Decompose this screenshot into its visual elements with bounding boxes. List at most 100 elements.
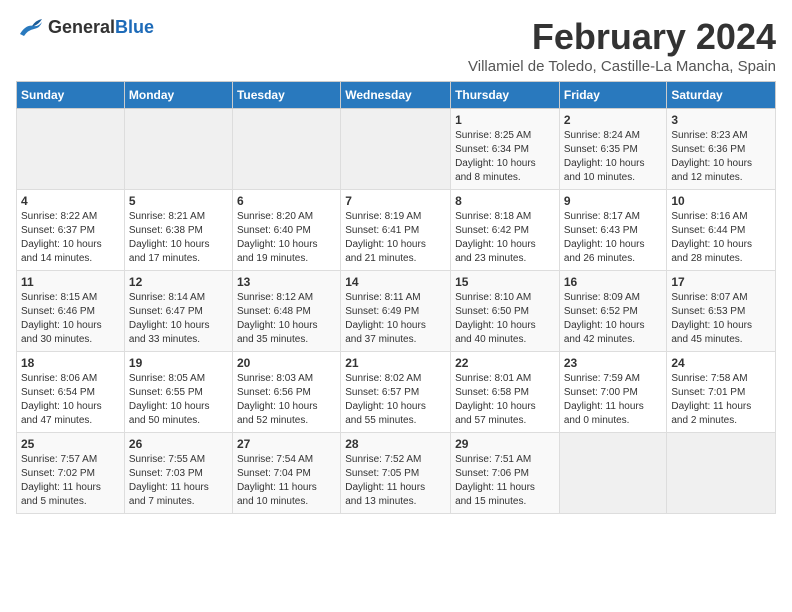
location-subtitle: Villamiel de Toledo, Castille-La Mancha,… — [468, 58, 776, 75]
day-number: 13 — [237, 275, 336, 289]
day-info: Sunrise: 8:05 AMSunset: 6:55 PMDaylight:… — [129, 372, 228, 428]
calendar-table: SundayMondayTuesdayWednesdayThursdayFrid… — [16, 81, 776, 514]
column-header-monday: Monday — [124, 82, 232, 109]
day-number: 15 — [455, 275, 555, 289]
day-number: 26 — [129, 437, 228, 451]
day-info: Sunrise: 8:19 AMSunset: 6:41 PMDaylight:… — [345, 210, 446, 266]
calendar-cell: 10 Sunrise: 8:16 AMSunset: 6:44 PMDayligh… — [667, 190, 776, 271]
calendar-week-row: 1 Sunrise: 8:25 AMSunset: 6:34 PMDaylight… — [17, 109, 776, 190]
day-number: 2 — [564, 113, 663, 127]
day-number: 12 — [129, 275, 228, 289]
calendar-cell: 4 Sunrise: 8:22 AMSunset: 6:37 PMDaylight… — [17, 190, 125, 271]
day-info: Sunrise: 8:24 AMSunset: 6:35 PMDaylight:… — [564, 129, 663, 185]
calendar-cell — [559, 433, 667, 514]
calendar-cell: 5 Sunrise: 8:21 AMSunset: 6:38 PMDaylight… — [124, 190, 232, 271]
calendar-cell: 23 Sunrise: 7:59 AMSunset: 7:00 PMDayligh… — [559, 352, 667, 433]
calendar-cell — [232, 109, 340, 190]
calendar-cell: 25 Sunrise: 7:57 AMSunset: 7:02 PMDayligh… — [17, 433, 125, 514]
calendar-week-row: 4 Sunrise: 8:22 AMSunset: 6:37 PMDaylight… — [17, 190, 776, 271]
day-info: Sunrise: 8:06 AMSunset: 6:54 PMDaylight:… — [21, 372, 120, 428]
day-info: Sunrise: 8:14 AMSunset: 6:47 PMDaylight:… — [129, 291, 228, 347]
page-header: GeneralBlue February 2024 Villamiel de T… — [16, 16, 776, 75]
day-info: Sunrise: 8:10 AMSunset: 6:50 PMDaylight:… — [455, 291, 555, 347]
calendar-cell: 3Sunrise: 8:23 AMSunset: 6:36 PMDaylight… — [667, 109, 776, 190]
calendar-cell: 21 Sunrise: 8:02 AMSunset: 6:57 PMDayligh… — [341, 352, 451, 433]
day-number: 3 — [671, 113, 771, 127]
day-info: Sunrise: 7:51 AMSunset: 7:06 PMDaylight:… — [455, 453, 555, 509]
logo-blue: Blue — [115, 17, 154, 37]
day-number: 18 — [21, 356, 120, 370]
calendar-week-row: 11Sunrise: 8:15 AMSunset: 6:46 PMDayligh… — [17, 271, 776, 352]
calendar-cell: 22 Sunrise: 8:01 AMSunset: 6:58 PMDayligh… — [451, 352, 560, 433]
day-number: 17 — [671, 275, 771, 289]
calendar-cell: 14 Sunrise: 8:11 AMSunset: 6:49 PMDayligh… — [341, 271, 451, 352]
calendar-cell — [667, 433, 776, 514]
day-info: Sunrise: 8:22 AMSunset: 6:37 PMDaylight:… — [21, 210, 120, 266]
day-info: Sunrise: 8:18 AMSunset: 6:42 PMDaylight:… — [455, 210, 555, 266]
day-info: Sunrise: 8:21 AMSunset: 6:38 PMDaylight:… — [129, 210, 228, 266]
day-info: Sunrise: 8:11 AMSunset: 6:49 PMDaylight:… — [345, 291, 446, 347]
column-header-wednesday: Wednesday — [341, 82, 451, 109]
column-header-sunday: Sunday — [17, 82, 125, 109]
column-header-thursday: Thursday — [451, 82, 560, 109]
calendar-cell: 19 Sunrise: 8:05 AMSunset: 6:55 PMDayligh… — [124, 352, 232, 433]
day-number: 4 — [21, 194, 120, 208]
calendar-cell: 27Sunrise: 7:54 AMSunset: 7:04 PMDayligh… — [232, 433, 340, 514]
day-info: Sunrise: 8:03 AMSunset: 6:56 PMDaylight:… — [237, 372, 336, 428]
calendar-cell: 7 Sunrise: 8:19 AMSunset: 6:41 PMDaylight… — [341, 190, 451, 271]
day-number: 16 — [564, 275, 663, 289]
day-info: Sunrise: 8:25 AMSunset: 6:34 PMDaylight:… — [455, 129, 555, 185]
day-number: 6 — [237, 194, 336, 208]
calendar-cell — [17, 109, 125, 190]
day-number: 8 — [455, 194, 555, 208]
calendar-cell — [124, 109, 232, 190]
logo-icon — [16, 16, 44, 38]
day-number: 7 — [345, 194, 446, 208]
day-info: Sunrise: 7:58 AMSunset: 7:01 PMDaylight:… — [671, 372, 771, 428]
day-number: 1 — [455, 113, 555, 127]
calendar-cell: 1 Sunrise: 8:25 AMSunset: 6:34 PMDaylight… — [451, 109, 560, 190]
logo-general: General — [48, 17, 115, 37]
column-header-friday: Friday — [559, 82, 667, 109]
day-number: 5 — [129, 194, 228, 208]
day-info: Sunrise: 7:55 AMSunset: 7:03 PMDaylight:… — [129, 453, 228, 509]
day-info: Sunrise: 7:57 AMSunset: 7:02 PMDaylight:… — [21, 453, 120, 509]
title-section: February 2024 Villamiel de Toledo, Casti… — [468, 16, 776, 75]
day-number: 10 — [671, 194, 771, 208]
calendar-cell: 24 Sunrise: 7:58 AMSunset: 7:01 PMDayligh… — [667, 352, 776, 433]
day-info: Sunrise: 7:54 AMSunset: 7:04 PMDaylight:… — [237, 453, 336, 509]
day-info: Sunrise: 7:52 AMSunset: 7:05 PMDaylight:… — [345, 453, 446, 509]
day-number: 19 — [129, 356, 228, 370]
calendar-week-row: 18 Sunrise: 8:06 AMSunset: 6:54 PMDayligh… — [17, 352, 776, 433]
day-info: Sunrise: 8:16 AMSunset: 6:44 PMDaylight:… — [671, 210, 771, 266]
calendar-week-row: 25 Sunrise: 7:57 AMSunset: 7:02 PMDayligh… — [17, 433, 776, 514]
calendar-cell: 2 Sunrise: 8:24 AMSunset: 6:35 PMDaylight… — [559, 109, 667, 190]
day-number: 14 — [345, 275, 446, 289]
calendar-cell: 28 Sunrise: 7:52 AMSunset: 7:05 PMDayligh… — [341, 433, 451, 514]
calendar-cell: 15 Sunrise: 8:10 AMSunset: 6:50 PMDayligh… — [451, 271, 560, 352]
day-info: Sunrise: 8:09 AMSunset: 6:52 PMDaylight:… — [564, 291, 663, 347]
calendar-cell: 20Sunrise: 8:03 AMSunset: 6:56 PMDayligh… — [232, 352, 340, 433]
day-info: Sunrise: 8:01 AMSunset: 6:58 PMDaylight:… — [455, 372, 555, 428]
day-number: 25 — [21, 437, 120, 451]
day-number: 23 — [564, 356, 663, 370]
calendar-cell: 6Sunrise: 8:20 AMSunset: 6:40 PMDaylight… — [232, 190, 340, 271]
calendar-cell: 9Sunrise: 8:17 AMSunset: 6:43 PMDaylight… — [559, 190, 667, 271]
calendar-cell: 13 Sunrise: 8:12 AMSunset: 6:48 PMDayligh… — [232, 271, 340, 352]
calendar-cell: 26 Sunrise: 7:55 AMSunset: 7:03 PMDayligh… — [124, 433, 232, 514]
day-number: 9 — [564, 194, 663, 208]
day-info: Sunrise: 8:12 AMSunset: 6:48 PMDaylight:… — [237, 291, 336, 347]
day-number: 28 — [345, 437, 446, 451]
column-header-tuesday: Tuesday — [232, 82, 340, 109]
calendar-cell — [341, 109, 451, 190]
calendar-cell: 12 Sunrise: 8:14 AMSunset: 6:47 PMDayligh… — [124, 271, 232, 352]
day-number: 22 — [455, 356, 555, 370]
calendar-header-row: SundayMondayTuesdayWednesdayThursdayFrid… — [17, 82, 776, 109]
month-title: February 2024 — [468, 16, 776, 58]
day-info: Sunrise: 7:59 AMSunset: 7:00 PMDaylight:… — [564, 372, 663, 428]
calendar-cell: 8 Sunrise: 8:18 AMSunset: 6:42 PMDaylight… — [451, 190, 560, 271]
day-number: 21 — [345, 356, 446, 370]
day-info: Sunrise: 8:07 AMSunset: 6:53 PMDaylight:… — [671, 291, 771, 347]
day-number: 24 — [671, 356, 771, 370]
day-info: Sunrise: 8:02 AMSunset: 6:57 PMDaylight:… — [345, 372, 446, 428]
